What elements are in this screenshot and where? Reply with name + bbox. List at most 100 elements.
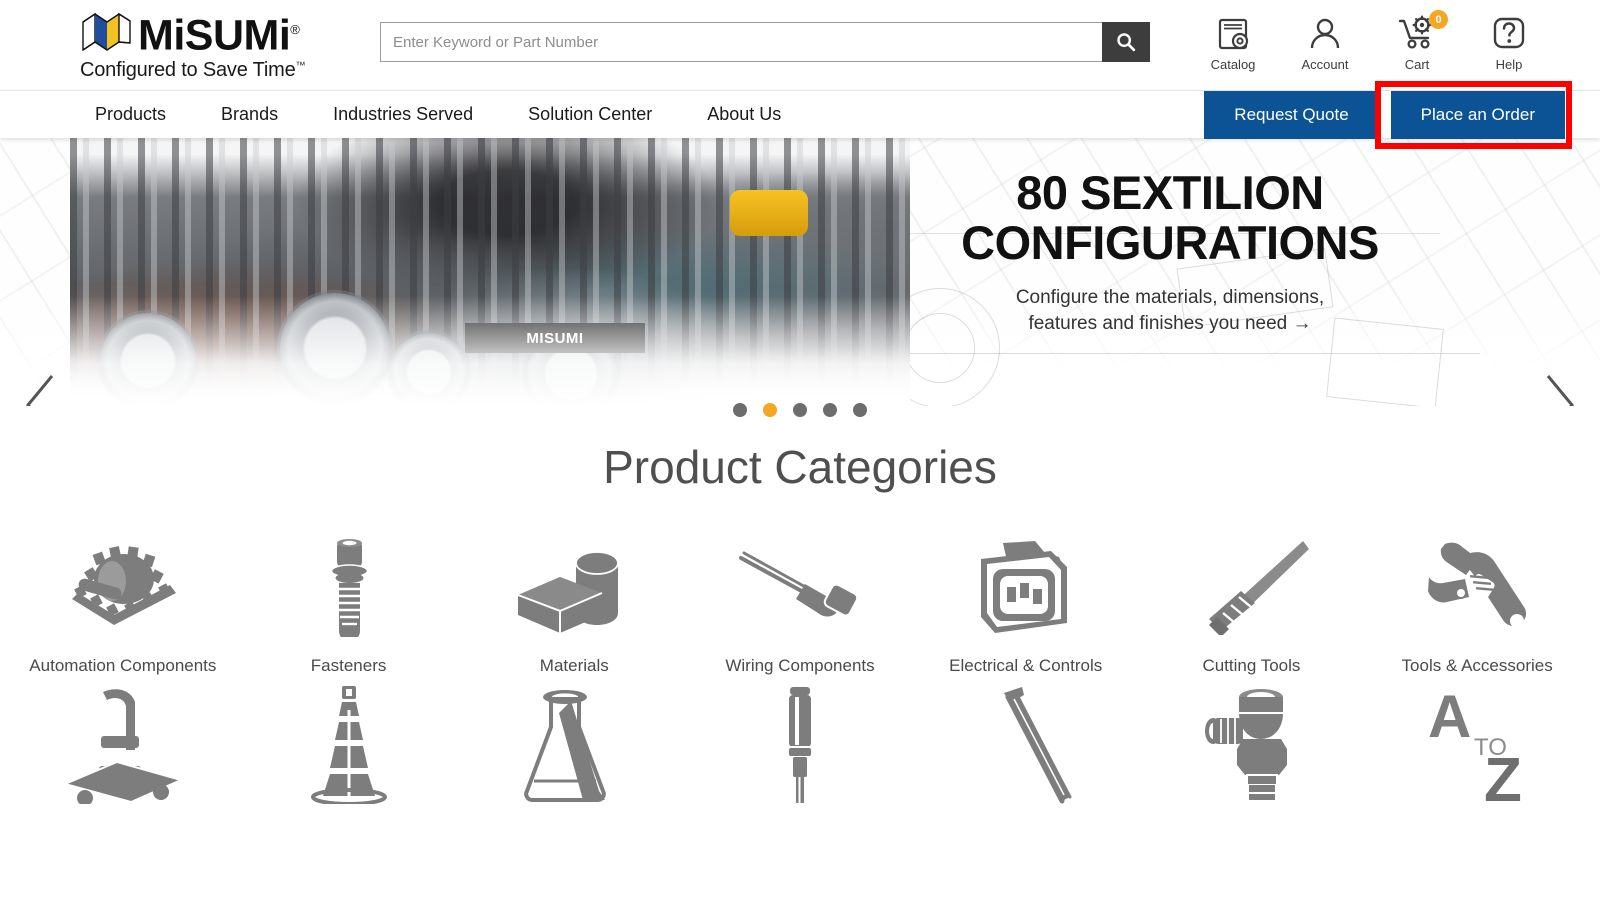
place-an-order-button[interactable]: Place an Order [1390,91,1565,139]
nav-item-about-us[interactable]: About Us [707,104,781,125]
chevron-right-icon [1546,375,1574,406]
category-electrical-controls[interactable]: Electrical & Controls [913,524,1139,676]
svg-text:A: A [1428,683,1471,750]
category-label: Tools & Accessories [1401,656,1553,675]
category-icon-wrap [1139,532,1365,642]
nav-item-industries-served[interactable]: Industries Served [333,104,473,125]
header-catalog-label: Catalog [1210,57,1256,72]
category-icon-wrap [461,532,687,642]
search-icon [1117,33,1136,52]
brand-name-text: MiSUMi [138,11,291,60]
category-wiring-components[interactable]: Wiring Components [687,524,913,676]
main-navbar: Products Brands Industries Served Soluti… [0,81,1600,149]
product-categories-grid: Automation Components Fasteners Material… [0,524,1600,818]
carousel-dots [0,403,1600,417]
block-cylinder-icon [517,551,620,633]
a-to-z-icon: A TO Z [1428,683,1522,805]
trademark-mark: ™ [295,60,306,72]
category-icon-wrap [1364,532,1590,642]
logo[interactable]: MiSUMi® Configured to Save Time™ [80,8,330,84]
registered-mark: ® [290,22,300,37]
header-cart-button[interactable]: 0 Cart [1386,10,1448,72]
screw-icon [330,539,368,637]
search-bar [380,22,1150,62]
nav-item-brands[interactable]: Brands [221,104,278,125]
category-label: Materials [539,656,609,675]
carousel-dot-2[interactable] [763,403,777,417]
category-icon-wrap [913,684,1139,804]
category-label: Cutting Tools [1202,656,1301,675]
category-cutting-tools[interactable]: Cutting Tools [1139,524,1365,676]
nav-item-solution-center[interactable]: Solution Center [528,104,652,125]
platform-cart-icon [61,689,184,804]
category-icon-wrap [687,532,913,642]
nav-item-products[interactable]: Products [95,104,166,125]
category-tools-accessories[interactable]: Tools & Accessories [1364,524,1590,676]
traffic-cone-icon [310,686,387,804]
hero-title-line2: CONFIGURATIONS [961,216,1379,270]
carousel-dot-4[interactable] [823,403,837,417]
category-icon-wrap [10,684,236,804]
hero-subtitle[interactable]: Configure the materials, dimensions, fea… [940,285,1400,338]
blueprint-line-lower [860,353,1480,354]
header-account-label: Account [1301,57,1349,72]
header-catalog-button[interactable]: Catalog [1202,12,1264,72]
category-icon-wrap [236,532,462,642]
help-icon [1493,17,1525,49]
brand-name: MiSUMi® [138,8,300,60]
connector-cable-icon [738,551,859,617]
account-icon [1310,18,1340,49]
category-hand-tools[interactable] [687,676,913,818]
category-chisels-punches[interactable] [913,676,1139,818]
svg-text:Z: Z [1484,746,1522,805]
search-button[interactable] [1102,22,1150,62]
category-a-to-z[interactable]: A TO Z [1364,676,1590,818]
wrench-icon [1428,542,1527,628]
category-icon-wrap: A TO Z [1364,683,1590,805]
gear-shaft-icon [71,546,176,625]
hero-subtitle-line1: Configure the materials, dimensions, [1015,286,1325,308]
category-icon-wrap [10,532,236,642]
category-safety[interactable] [236,676,462,818]
category-icon-wrap [687,684,913,804]
hero-title-line1: 80 SEXTILION [1016,166,1324,219]
catalog-icon [1218,18,1249,50]
screwdriver-icon [786,687,813,803]
category-fasteners[interactable]: Fasteners [236,524,462,676]
request-quote-button[interactable]: Request Quote [1204,91,1379,139]
carousel-dot-1[interactable] [733,403,747,417]
category-material-handling[interactable] [10,676,236,818]
header-help-button[interactable]: Help [1478,12,1540,72]
product-categories-section: Product Categories Automation Components… [0,406,1600,818]
product-categories-heading: Product Categories [603,441,997,493]
category-icon-wrap [913,532,1139,642]
header-cart-label: Cart [1404,57,1430,72]
hero-title: 80 SEXTILION CONFIGURATIONS [940,166,1400,270]
carousel-dot-5[interactable] [853,403,867,417]
chevron-left-icon [26,375,54,406]
category-pneumatics-hydraulics[interactable] [1139,676,1365,818]
hero-yellow-component [730,190,808,236]
category-icon-wrap [461,684,687,804]
header-help-label: Help [1495,57,1523,72]
nav-cta-group: Request Quote Place an Order [1204,91,1565,139]
pneumatic-fitting-icon [1205,689,1288,802]
category-label: Automation Components [29,656,217,675]
drill-bit-icon [1209,541,1310,635]
misumi-logo-mark [82,12,131,52]
hero-carousel: MISUMI 80 SEXTILION CONFIGURATIONS Confi… [0,138,1600,406]
header-account-button[interactable]: Account [1294,12,1356,72]
search-input[interactable] [380,22,1102,62]
category-icon-wrap [1139,684,1365,804]
category-icon-wrap [236,684,462,804]
brand-tagline: Configured to Save Time™ [80,59,330,82]
category-materials[interactable]: Materials [461,524,687,676]
category-lab-supplies[interactable] [461,676,687,818]
carousel-dot-3[interactable] [793,403,807,417]
category-label: Fasteners [310,656,387,675]
hero-subtitle-line2: features and finishes you need → [1028,313,1312,335]
site-header: MiSUMi® Configured to Save Time™ Enter K… [0,0,1600,90]
carousel-prev-button[interactable] [18,370,68,406]
carousel-next-button[interactable] [1532,370,1582,406]
category-automation-components[interactable]: Automation Components [10,524,236,676]
